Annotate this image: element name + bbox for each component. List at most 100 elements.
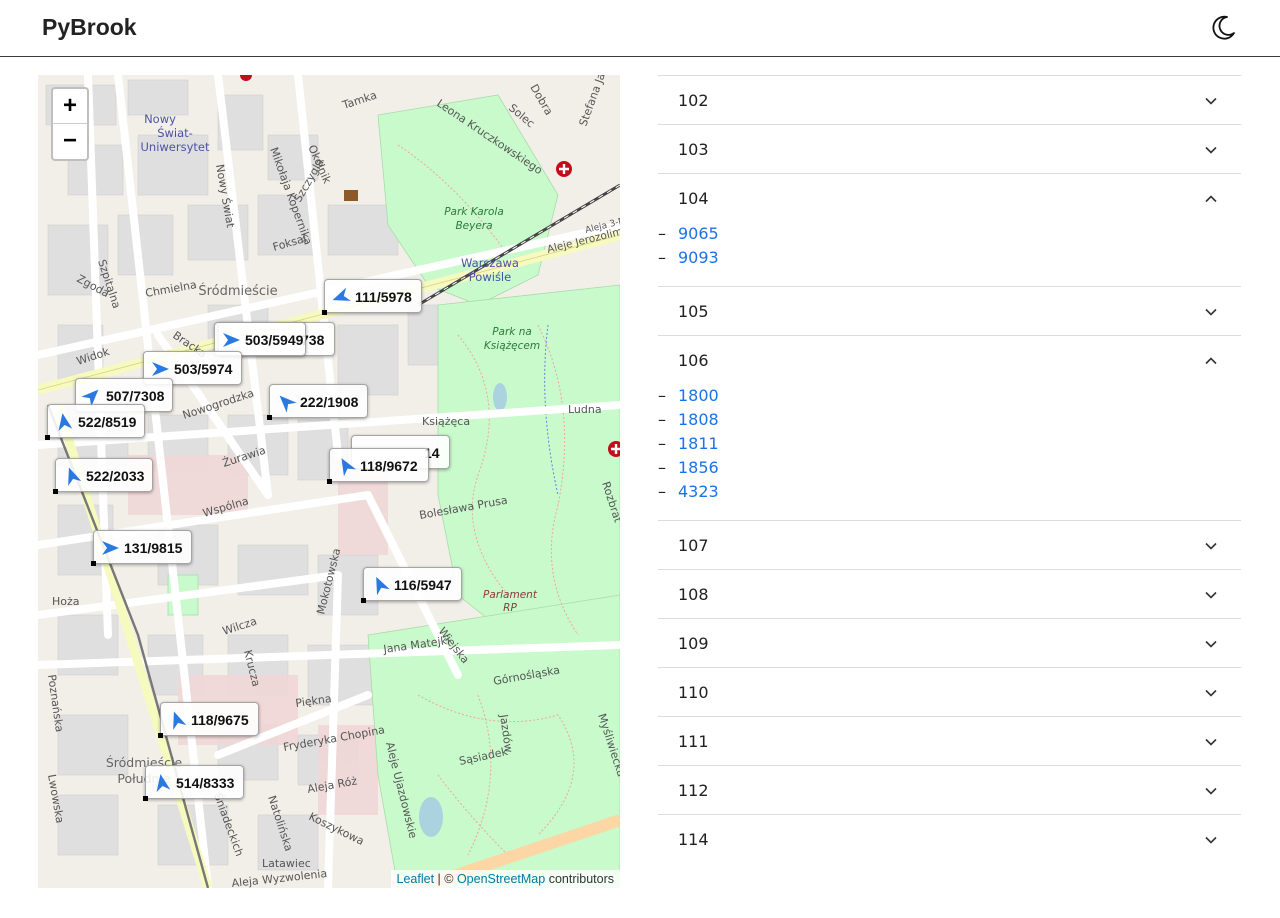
vehicle-marker-label: 503/5949 — [245, 332, 304, 348]
vehicle-marker[interactable]: 118/9675 — [158, 702, 259, 738]
chevron-down-icon — [1204, 734, 1218, 748]
list-bullet: – — [658, 224, 666, 243]
zoom-control: + − — [51, 87, 89, 161]
vehicle-marker[interactable]: 116/5947 — [361, 567, 462, 603]
vehicle-list-item: –1800 — [658, 384, 1241, 408]
list-bullet: – — [658, 482, 666, 501]
vehicle-marker[interactable]: 131/9815 — [91, 530, 192, 566]
marker-anchor — [53, 489, 58, 494]
vehicle-list-item: –4323 — [658, 480, 1241, 504]
chevron-down-icon — [1204, 304, 1218, 318]
route-label: 106 — [678, 351, 709, 370]
vehicle-link[interactable]: 9065 — [678, 224, 719, 243]
route-label: 108 — [678, 585, 709, 604]
list-bullet: – — [658, 386, 666, 405]
vehicle-link[interactable]: 1811 — [678, 434, 719, 453]
route-item: 104–9065–9093 — [658, 173, 1241, 286]
marker-anchor — [143, 796, 148, 801]
chevron-down-icon — [1204, 142, 1218, 156]
direction-arrow-icon — [332, 287, 351, 301]
vehicle-marker[interactable]: 522/8519 — [45, 404, 145, 440]
route-label: 107 — [678, 536, 709, 555]
route-header-103[interactable]: 103 — [658, 125, 1241, 173]
map-label: Powiśle — [469, 270, 511, 284]
route-header-110[interactable]: 110 — [658, 668, 1241, 716]
map-label: Świat- — [157, 125, 193, 140]
moon-icon — [1212, 15, 1235, 40]
vehicle-link[interactable]: 9093 — [678, 248, 719, 267]
openstreetmap-link[interactable]: OpenStreetMap — [457, 872, 545, 886]
route-header-114[interactable]: 114 — [658, 815, 1241, 863]
chevron-down-icon — [1204, 832, 1218, 846]
route-header-107[interactable]: 107 — [658, 521, 1241, 569]
route-label: 110 — [678, 683, 709, 702]
route-item: 107 — [658, 520, 1241, 569]
vehicle-marker[interactable]: 222/1908 — [267, 384, 368, 420]
map-label: Książęcem — [484, 340, 540, 352]
route-header-102[interactable]: 102 — [658, 76, 1241, 124]
vehicle-marker[interactable]: 111/5978 — [322, 279, 422, 315]
vehicle-marker[interactable]: 514/8333 — [143, 765, 244, 801]
chevron-up-icon — [1204, 353, 1218, 367]
vehicle-link[interactable]: 1808 — [678, 410, 719, 429]
route-header-112[interactable]: 112 — [658, 766, 1241, 814]
route-header-104[interactable]: 104 — [658, 174, 1241, 222]
map-label: Latawiec — [262, 857, 311, 870]
marker-anchor — [91, 561, 96, 566]
route-label: 111 — [678, 732, 709, 751]
vehicle-marker-label: 131/9815 — [124, 540, 183, 556]
marker-anchor — [158, 733, 163, 738]
map-label: Warszawa — [461, 256, 519, 270]
chevron-down-icon — [1204, 538, 1218, 552]
direction-arrow-icon — [376, 576, 390, 596]
map[interactable]: Nowy Świat- Uniwersytet Śródmieście Park… — [38, 75, 620, 888]
direction-arrow-icon — [223, 333, 240, 347]
route-item: 111 — [658, 716, 1241, 765]
app-title[interactable]: PyBrook — [42, 14, 137, 41]
route-item: 112 — [658, 765, 1241, 814]
marker-anchor — [45, 435, 50, 440]
route-header-105[interactable]: 105 — [658, 287, 1241, 335]
vehicle-marker[interactable]: 522/2033 — [53, 458, 153, 494]
routes-panel[interactable]: 102 103 104–9065–9093 105 106–1800–1808–1811… — [658, 75, 1241, 918]
vehicle-list-item: –1808 — [658, 408, 1241, 432]
vehicle-link[interactable]: 1800 — [678, 386, 719, 405]
vehicle-list: –1800–1808–1811–1856–4323 — [658, 384, 1241, 520]
map-label: Śródmieście — [198, 283, 277, 299]
attribution-contributors: contributors — [548, 872, 614, 886]
route-label: 102 — [678, 91, 709, 110]
route-header-108[interactable]: 108 — [658, 570, 1241, 618]
vehicle-link[interactable]: 4323 — [678, 482, 719, 501]
chevron-down-icon — [1204, 636, 1218, 650]
leaflet-link[interactable]: Leaflet — [397, 872, 435, 886]
marker-anchor — [361, 598, 366, 603]
vehicle-marker[interactable]: 118/9672 — [327, 448, 429, 484]
zoom-in-button[interactable]: + — [53, 89, 87, 124]
vehicle-marker-label: 118/9672 — [360, 458, 418, 474]
map-label: Park Karola — [444, 206, 504, 218]
vehicle-marker-label: 522/2033 — [86, 468, 145, 484]
route-item: 109 — [658, 618, 1241, 667]
zoom-out-button[interactable]: − — [53, 124, 87, 159]
map-label: Ludna — [568, 403, 602, 416]
theme-toggle-button[interactable] — [1208, 13, 1238, 43]
chevron-down-icon — [1204, 93, 1218, 107]
vehicle-marker-label: 116/5947 — [394, 577, 452, 593]
vehicle-list-item: –9065 — [658, 222, 1241, 246]
route-label: 109 — [678, 634, 709, 653]
route-item: 114 — [658, 814, 1241, 863]
vehicle-list-item: –1811 — [658, 432, 1241, 456]
list-bullet: – — [658, 458, 666, 477]
route-header-109[interactable]: 109 — [658, 619, 1241, 667]
vehicle-marker-label: 507/7308 — [106, 388, 165, 404]
direction-arrow-icon — [173, 711, 187, 730]
vehicle-list-item: –9093 — [658, 246, 1241, 270]
list-bullet: – — [658, 248, 666, 267]
marker-anchor — [327, 479, 332, 484]
route-item: 108 — [658, 569, 1241, 618]
route-item: 106–1800–1808–1811–1856–4323 — [658, 335, 1241, 520]
chevron-down-icon — [1204, 587, 1218, 601]
route-header-106[interactable]: 106 — [658, 336, 1241, 384]
vehicle-link[interactable]: 1856 — [678, 458, 719, 477]
route-header-111[interactable]: 111 — [658, 717, 1241, 765]
